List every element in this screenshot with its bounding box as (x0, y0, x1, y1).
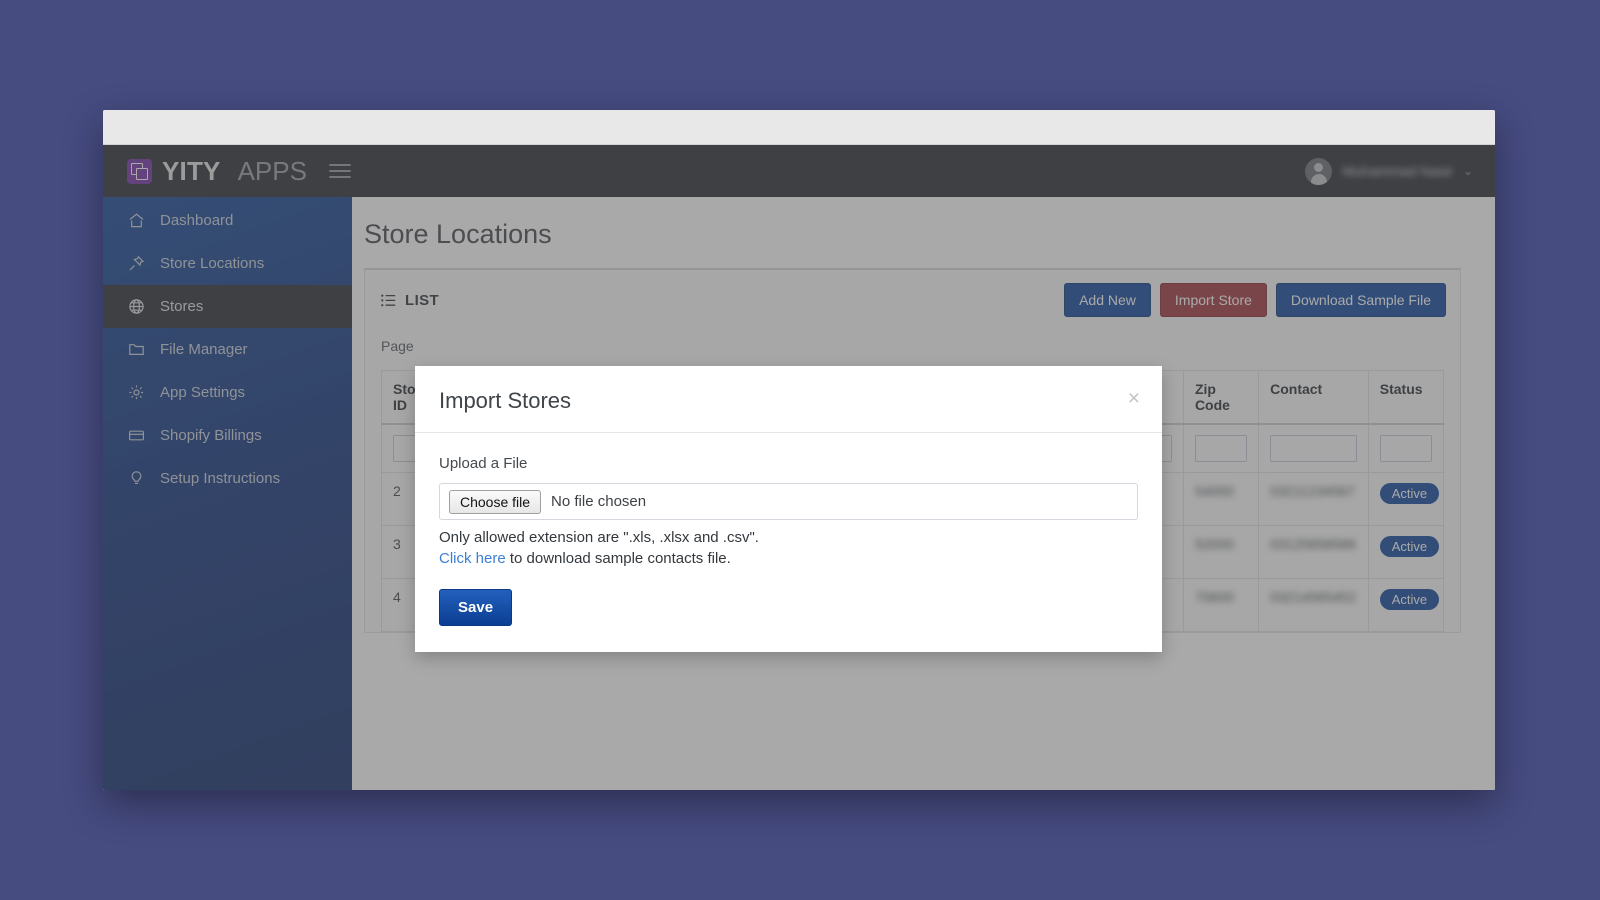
file-status-label: No file chosen (551, 493, 647, 510)
modal-header: Import Stores × (415, 366, 1162, 433)
click-here-link[interactable]: Click here (439, 550, 506, 567)
allowed-extensions-note: Only allowed extension are ".xls, .xlsx … (439, 529, 759, 546)
file-upload-input[interactable]: Choose file No file chosen (439, 483, 1138, 520)
app-viewport: YITY APPS Muhammad Nasir ⌄ Dashboard Sto… (103, 145, 1495, 790)
modal-body: Upload a File Choose file No file chosen… (415, 433, 1162, 652)
sample-file-note: Click here to download sample contacts f… (439, 550, 1138, 567)
browser-chrome-bar (103, 110, 1495, 145)
sample-note-rest: to download sample contacts file. (505, 550, 731, 567)
modal-title: Import Stores (439, 388, 572, 413)
upload-file-label: Upload a File (439, 455, 528, 472)
import-stores-modal: Import Stores × Upload a File Choose fil… (415, 366, 1162, 652)
choose-file-button[interactable]: Choose file (449, 489, 542, 514)
browser-window: YITY APPS Muhammad Nasir ⌄ Dashboard Sto… (103, 110, 1495, 790)
save-button[interactable]: Save (439, 589, 513, 626)
close-icon[interactable]: × (1128, 388, 1140, 409)
